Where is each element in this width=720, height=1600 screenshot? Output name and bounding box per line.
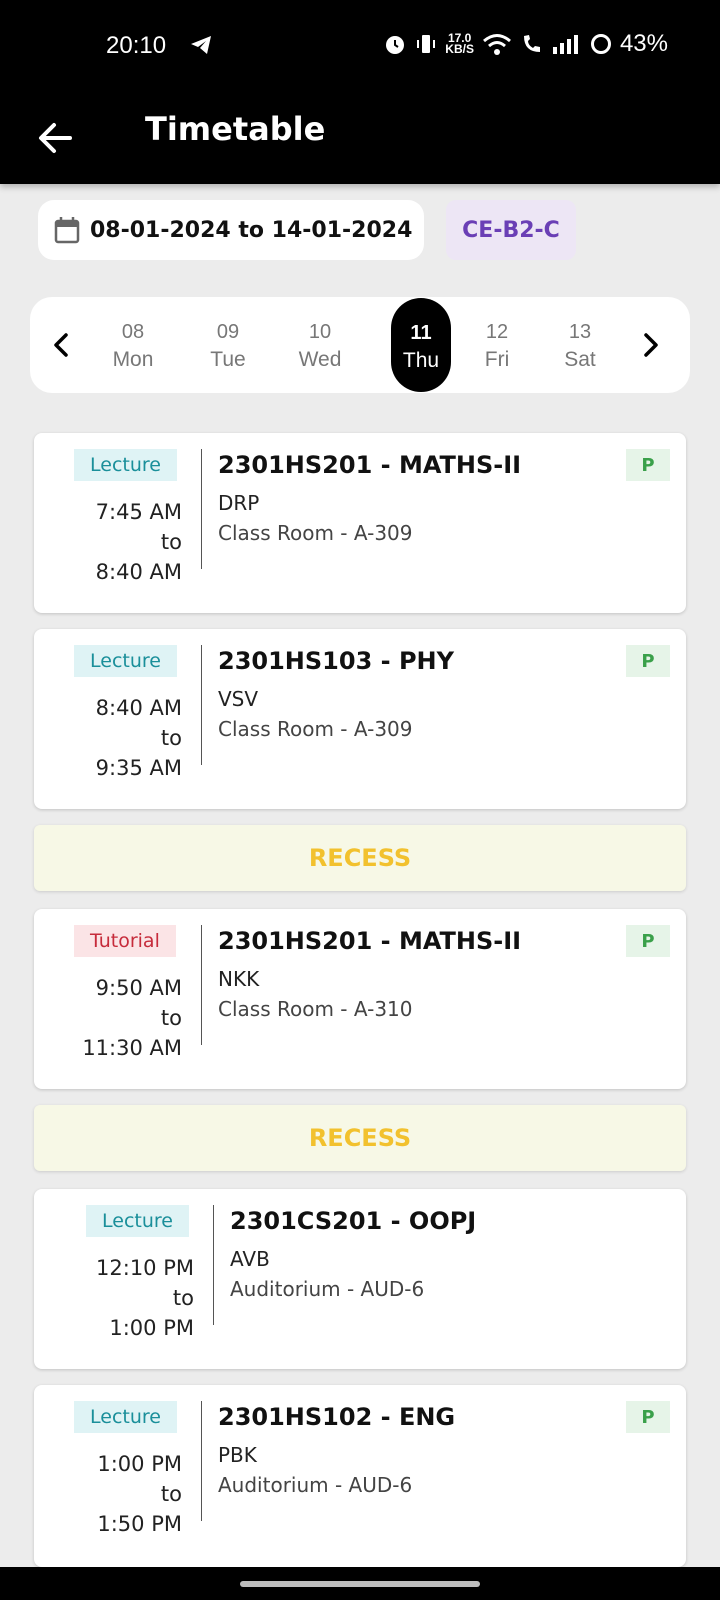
- room-name: Class Room - A-309: [218, 521, 413, 545]
- faculty-code: PBK: [218, 1443, 257, 1467]
- session-card[interactable]: Tutorial 9:50 AM to 11:30 AM 2301HS201 -…: [34, 909, 686, 1089]
- session-card[interactable]: Lecture 8:40 AM to 9:35 AM 2301HS103 - P…: [34, 629, 686, 809]
- wifi-calling-icon: [523, 35, 540, 52]
- time-separator: to: [160, 1006, 182, 1030]
- day-item-thu[interactable]: 11 Thu: [391, 298, 451, 392]
- status-bar: 20:10 17.0 KB/S 43%: [0, 0, 720, 96]
- start-time: 7:45 AM: [95, 500, 182, 524]
- day-name: Wed: [298, 348, 342, 371]
- battery-icon: [590, 34, 611, 54]
- session-type-badge: Lecture: [74, 449, 177, 481]
- home-gesture-handle[interactable]: [240, 1581, 480, 1587]
- status-time: 20:10: [106, 32, 167, 59]
- start-time: 1:00 PM: [97, 1452, 182, 1476]
- attendance-badge: P: [626, 925, 670, 957]
- alarm-icon: [386, 36, 405, 54]
- room-name: Class Room - A-310: [218, 997, 413, 1021]
- attendance-badge: P: [626, 1401, 670, 1433]
- session-card[interactable]: Lecture 12:10 PM to 1:00 PM 2301CS201 - …: [34, 1189, 686, 1369]
- divider: [201, 925, 202, 1045]
- start-time: 12:10 PM: [96, 1256, 194, 1280]
- session-type-badge: Lecture: [86, 1205, 189, 1237]
- back-arrow-icon[interactable]: [34, 116, 78, 160]
- end-time: 1:00 PM: [109, 1316, 194, 1340]
- day-item-wed[interactable]: 10 Wed: [289, 297, 351, 393]
- net-speed: 17.0 KB/S: [445, 32, 474, 56]
- day-item-mon[interactable]: 08 Mon: [102, 297, 164, 393]
- recess-banner: RECESS: [34, 1105, 686, 1171]
- day-item-tue[interactable]: 09 Tue: [197, 297, 259, 393]
- subject-name: 2301HS103 - PHY: [218, 647, 454, 675]
- net-speed-unit: KB/S: [445, 42, 474, 56]
- session-type-badge: Tutorial: [74, 925, 176, 957]
- room-name: Class Room - A-309: [218, 717, 413, 741]
- end-time: 9:35 AM: [95, 756, 182, 780]
- recess-banner: RECESS: [34, 825, 686, 891]
- day-number: 13: [568, 321, 592, 343]
- status-icons: 17.0 KB/S 43%: [383, 30, 668, 58]
- divider: [201, 1401, 202, 1521]
- day-item-fri[interactable]: 12 Fri: [466, 297, 528, 393]
- start-time: 8:40 AM: [95, 696, 182, 720]
- faculty-code: DRP: [218, 491, 260, 515]
- day-name: Thu: [402, 349, 440, 372]
- day-number: 10: [308, 321, 332, 343]
- chevron-left-icon[interactable]: [44, 327, 80, 363]
- session-time: 8:40 AM to 9:35 AM: [96, 693, 182, 783]
- start-time: 9:50 AM: [95, 976, 182, 1000]
- faculty-code: NKK: [218, 967, 260, 991]
- end-time: 11:30 AM: [82, 1036, 182, 1060]
- day-name: Fri: [484, 348, 510, 371]
- subject-name: 2301CS201 - OOPJ: [230, 1207, 477, 1235]
- page-title: Timetable: [145, 110, 326, 148]
- day-number: 09: [216, 321, 240, 343]
- end-time: 1:50 PM: [97, 1512, 182, 1536]
- time-separator: to: [160, 726, 182, 750]
- session-type-badge: Lecture: [74, 645, 177, 677]
- app-bar: [0, 96, 720, 184]
- faculty-code: AVB: [230, 1247, 270, 1271]
- chevron-right-icon[interactable]: [632, 327, 668, 363]
- end-time: 8:40 AM: [95, 560, 182, 584]
- room-name: Auditorium - AUD-6: [218, 1473, 413, 1497]
- session-card[interactable]: Lecture 7:45 AM to 8:40 AM 2301HS201 - M…: [34, 433, 686, 613]
- date-range-selector[interactable]: 08-01-2024 to 14-01-2024: [38, 200, 424, 260]
- session-time: 12:10 PM to 1:00 PM: [96, 1253, 194, 1343]
- subject-name: 2301HS201 - MATHS-II: [218, 451, 522, 479]
- day-name: Sat: [564, 348, 596, 371]
- wifi-icon: [482, 34, 511, 55]
- batch-chip[interactable]: CE-B2-C: [446, 200, 576, 260]
- day-selector: 08 Mon 09 Tue 10 Wed 11 Thu 12 Fri 13 Sa…: [30, 297, 690, 393]
- date-range-text: 08-01-2024 to 14-01-2024: [90, 217, 413, 243]
- vibrate-icon: [417, 35, 436, 53]
- day-number: 12: [485, 321, 509, 343]
- subject-name: 2301HS102 - ENG: [218, 1403, 456, 1431]
- battery-percent: 43%: [619, 30, 668, 57]
- subject-name: 2301HS201 - MATHS-II: [218, 927, 522, 955]
- calendar-icon: [54, 217, 80, 244]
- room-name: Auditorium - AUD-6: [230, 1277, 425, 1301]
- day-item-sat[interactable]: 13 Sat: [549, 297, 611, 393]
- time-separator: to: [160, 1482, 182, 1506]
- attendance-badge: P: [626, 645, 670, 677]
- time-separator: to: [160, 530, 182, 554]
- session-time: 9:50 AM to 11:30 AM: [82, 973, 182, 1063]
- divider: [201, 645, 202, 765]
- attendance-badge: P: [626, 449, 670, 481]
- day-name: Mon: [112, 348, 154, 371]
- divider: [201, 449, 202, 569]
- day-number: 11: [410, 322, 432, 344]
- time-separator: to: [172, 1286, 194, 1310]
- session-type-badge: Lecture: [74, 1401, 177, 1433]
- telegram-icon: [191, 36, 211, 54]
- system-nav-bar: [0, 1567, 720, 1600]
- session-card[interactable]: Lecture 1:00 PM to 1:50 PM 2301HS102 - E…: [34, 1385, 686, 1567]
- day-number: 08: [121, 321, 145, 343]
- session-time: 1:00 PM to 1:50 PM: [97, 1449, 182, 1539]
- divider: [213, 1205, 214, 1325]
- signal-icon: [552, 35, 578, 54]
- day-name: Tue: [210, 348, 246, 371]
- session-time: 7:45 AM to 8:40 AM: [96, 497, 182, 587]
- faculty-code: VSV: [218, 687, 259, 711]
